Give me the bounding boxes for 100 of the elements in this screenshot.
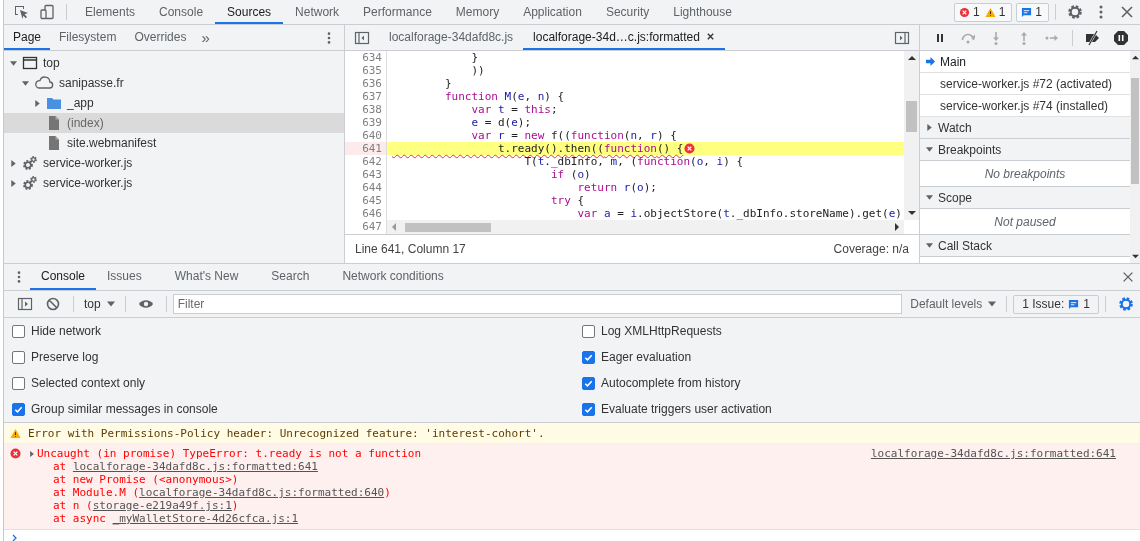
checkbox[interactable] (12, 376, 25, 390)
thread-item[interactable]: Main (920, 51, 1130, 73)
more-tabs-button[interactable]: » (195, 29, 216, 46)
navigator-tab[interactable]: Overrides (125, 25, 196, 50)
inspect-icon[interactable] (13, 4, 29, 20)
collapsed-arrow-icon[interactable] (10, 159, 17, 167)
checkbox[interactable] (12, 324, 25, 338)
expand-arrow-icon[interactable] (29, 450, 35, 457)
panel-tab[interactable]: Network (283, 0, 352, 24)
thread-item[interactable]: service-worker.js #72 (activated) (920, 73, 1130, 95)
tree-item[interactable]: sanipasse.fr (4, 73, 344, 93)
file-tab[interactable]: localforage-34d…c.js:formatted (523, 25, 725, 50)
close-icon[interactable] (1119, 4, 1135, 20)
scrollbar-thumb[interactable] (1131, 78, 1139, 184)
checkbox-label: Autocomplete from history (601, 376, 741, 390)
drawer-tab[interactable]: What's New (163, 264, 261, 290)
tree-item[interactable]: _app (4, 93, 344, 113)
code-line: var a = i.objectStore(t._dbInfo.storeName).get(e) (576, 207, 902, 220)
scrollbar[interactable] (387, 220, 904, 234)
scrollbar-thumb[interactable] (906, 101, 917, 132)
line-number: 637 (361, 90, 383, 103)
settings-icon[interactable] (1118, 296, 1134, 312)
scroll-up-arrow-icon[interactable] (1131, 54, 1139, 61)
expanded-arrow-icon[interactable] (926, 194, 933, 201)
source-link[interactable]: localforage-34dafd8c.js:formatted:641 (870, 447, 1116, 460)
source-link[interactable]: storage-e219a49f.js:1 (92, 499, 232, 512)
drawer-tab[interactable]: Issues (96, 264, 164, 290)
scrollbar[interactable] (904, 51, 919, 220)
sidebar-toggle-icon[interactable] (17, 296, 33, 312)
drawer-tab[interactable]: Search (260, 264, 332, 290)
levels-dropdown[interactable]: Default levels (906, 297, 1001, 311)
collapsed-arrow-icon[interactable] (34, 99, 41, 107)
panel-tab[interactable]: Application (511, 0, 594, 24)
scroll-down-arrow-icon[interactable] (907, 209, 916, 217)
expanded-arrow-icon[interactable] (22, 79, 29, 87)
line-number: 636 (361, 77, 383, 90)
line-number: 642 (361, 155, 383, 168)
tree-item[interactable]: site.webmanifest (4, 133, 344, 153)
code-line: var r = new f((function(n, r) { (470, 129, 677, 142)
scrollbar-thumb[interactable] (405, 222, 491, 232)
tree-item[interactable]: service-worker.js (4, 173, 344, 193)
prompt-icon[interactable] (11, 534, 19, 541)
error-warning-counter[interactable]: 1 1 (953, 2, 1013, 22)
navigator-tab[interactable]: Page (4, 25, 51, 50)
expanded-arrow-icon[interactable] (926, 146, 933, 153)
section-header[interactable]: Breakpoints (920, 139, 1130, 161)
tree-item[interactable]: (index) (4, 113, 344, 133)
checkbox[interactable] (582, 376, 595, 390)
checkbox[interactable] (582, 324, 595, 338)
tree-item[interactable]: top (4, 53, 344, 73)
deactivate-breakpoints-icon[interactable] (1085, 29, 1101, 46)
scroll-down-arrow-icon[interactable] (1131, 253, 1139, 260)
stack-trace-line: at Module.M (localforage-34dafd8c.js:formatted:640) (52, 486, 392, 499)
close-icon[interactable] (1121, 270, 1135, 284)
checkbox[interactable] (582, 350, 595, 364)
debugger-toggle-icon[interactable] (894, 29, 910, 46)
checkbox[interactable] (12, 350, 25, 364)
panel-tab[interactable]: Elements (73, 0, 148, 24)
panel-tab[interactable]: Console (147, 0, 216, 24)
scroll-right-arrow-icon[interactable] (893, 223, 901, 231)
tree-item[interactable]: service-worker.js (4, 153, 344, 173)
caret-icon (106, 300, 115, 308)
close-icon[interactable] (705, 32, 715, 41)
source-link[interactable]: _myWalletStore-4d26cfca.js:1 (112, 512, 299, 525)
issues-button[interactable]: 1 Issue: 1 (1013, 294, 1099, 314)
line-number: 645 (361, 194, 383, 207)
panel-tab[interactable]: Performance (351, 0, 444, 24)
drawer-tab[interactable]: Network conditions (331, 264, 466, 290)
section-header[interactable]: Call Stack (920, 235, 1130, 257)
issues-counter[interactable]: 1 (1016, 2, 1049, 22)
settings-icon[interactable] (1067, 4, 1083, 20)
panel-tab[interactable]: Sources (215, 0, 284, 24)
panel-tab[interactable]: Lighthouse (661, 0, 744, 24)
code-line: try { (549, 194, 585, 207)
expanded-arrow-icon[interactable] (926, 242, 933, 249)
source-link[interactable]: localforage-34dafd8c.js:formatted:641 (72, 460, 318, 473)
panel-tab[interactable]: Security (593, 0, 662, 24)
device-icon[interactable] (39, 4, 55, 20)
navigator-tab[interactable]: Filesystem (50, 25, 126, 50)
collapsed-arrow-icon[interactable] (10, 179, 17, 187)
checkbox-label: Selected context only (31, 376, 146, 390)
file-tab[interactable]: localforage-34dafd8c.js (379, 25, 524, 50)
gear-icon (22, 155, 38, 171)
expanded-arrow-icon[interactable] (10, 59, 17, 67)
context-dropdown[interactable]: top (80, 297, 119, 311)
pause-on-exceptions-icon[interactable] (1113, 29, 1129, 46)
clear-icon[interactable] (45, 296, 61, 312)
checkbox[interactable] (12, 402, 25, 416)
checkbox-label: Log XMLHttpRequests (601, 324, 722, 338)
checkbox-label: Eager evaluation (601, 350, 692, 364)
section-header[interactable]: Scope (920, 187, 1130, 209)
navigator-toggle-icon[interactable] (354, 29, 370, 46)
collapsed-arrow-icon[interactable] (926, 124, 933, 131)
panel-tab[interactable]: Memory (443, 0, 512, 24)
checkbox[interactable] (582, 402, 595, 416)
section-header[interactable]: Watch (920, 117, 1130, 139)
source-link[interactable]: localforage-34dafd8c.js:formatted:640 (139, 486, 385, 499)
filter-field[interactable]: Filter (172, 294, 903, 314)
drawer-tab[interactable]: Console (30, 264, 97, 290)
scroll-up-arrow-icon[interactable] (907, 54, 916, 62)
